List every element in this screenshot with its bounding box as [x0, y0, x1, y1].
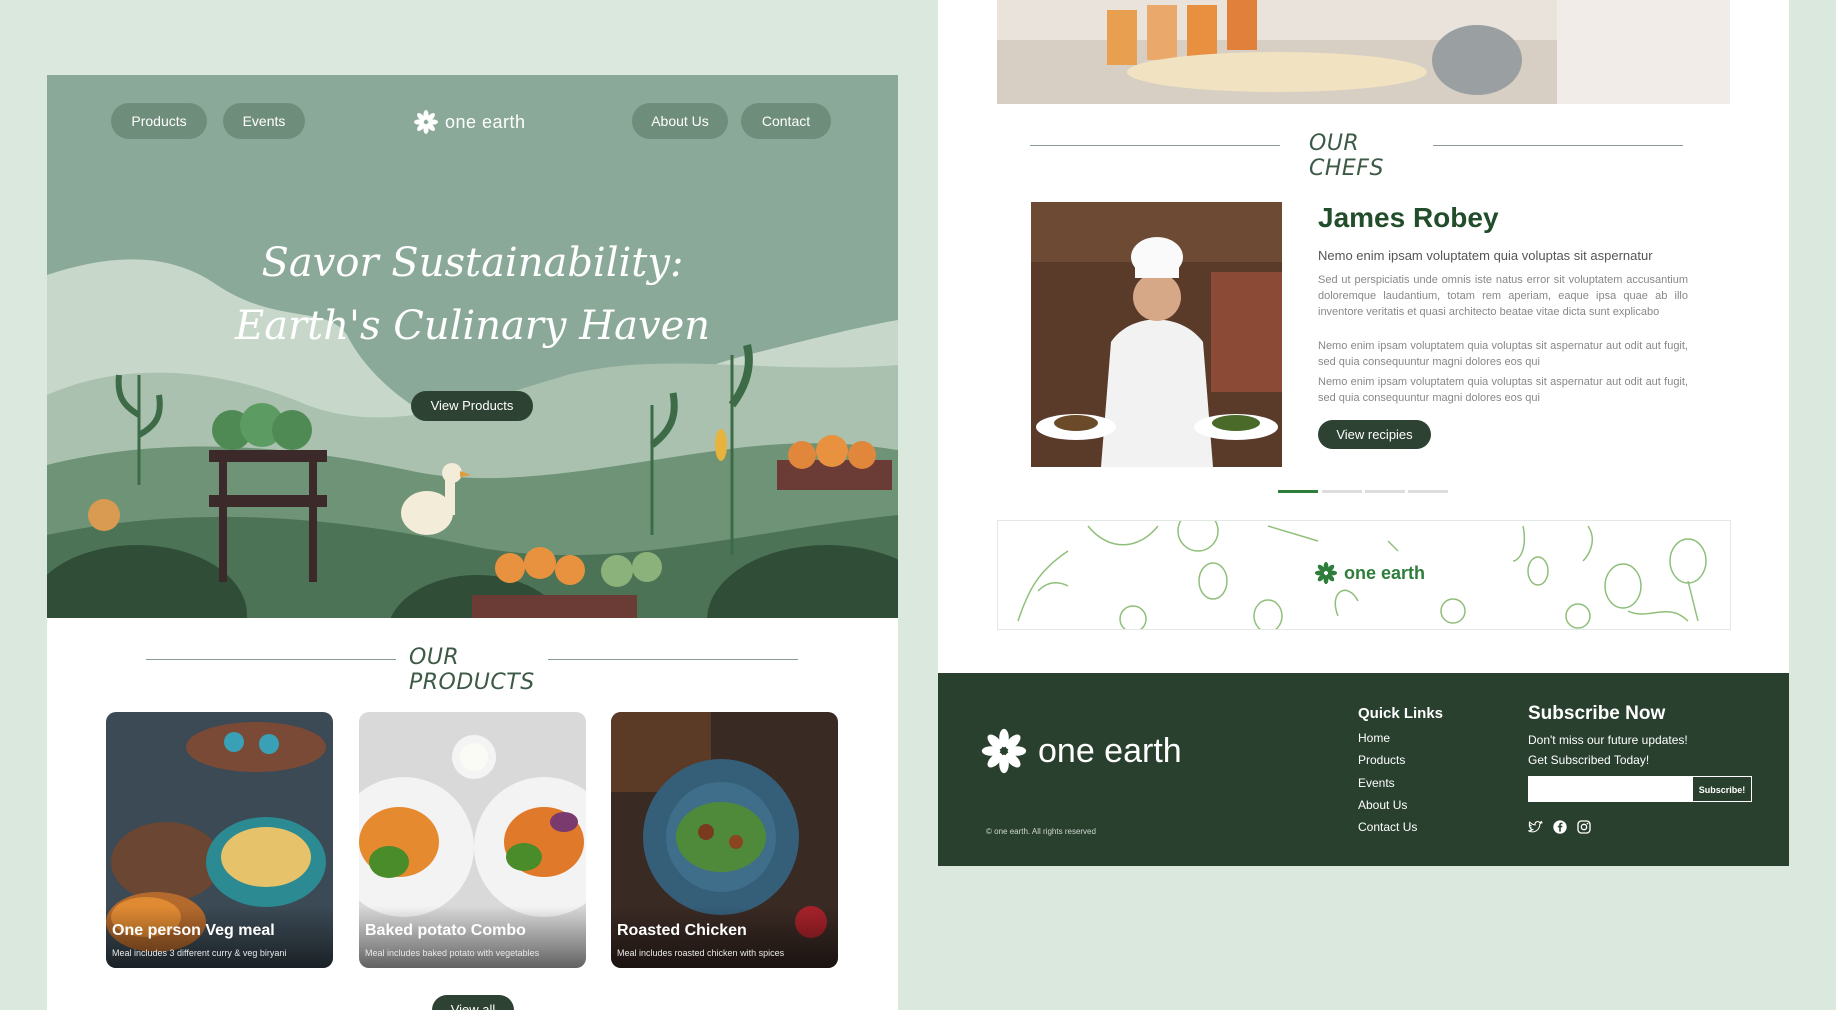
products-heading: OUR PRODUCTS — [409, 645, 535, 695]
slider-dot-1[interactable] — [1278, 490, 1318, 493]
chef-bio-paragraph-3: Nemo enim ipsam voluptatem quia voluptas… — [1318, 376, 1688, 404]
view-all-button[interactable]: View all — [432, 995, 514, 1010]
chefs-heading: OUR CHEFS — [1309, 131, 1384, 181]
view-recipes-button[interactable]: View recipies — [1318, 420, 1431, 449]
divider-left — [146, 659, 396, 660]
view-products-button[interactable]: View Products — [411, 391, 533, 421]
footer-link-home[interactable]: Home — [1358, 731, 1390, 745]
divider-left — [1030, 145, 1280, 146]
facebook-icon[interactable] — [1552, 819, 1568, 835]
subscribe-form: Subscribe! — [1528, 776, 1752, 802]
card-subtitle: Meal includes baked potato with vegetabl… — [365, 948, 540, 958]
brand-logo[interactable]: one earth — [413, 105, 526, 139]
nav-contact-button[interactable]: Contact — [741, 103, 831, 139]
subscribe-title: Subscribe Now — [1528, 703, 1666, 724]
chef-subtitle: Nemo enim ipsam voluptatem quia voluptas… — [1318, 248, 1653, 263]
hero-title-line1: Savor Sustainability: — [261, 240, 684, 286]
instagram-icon[interactable] — [1576, 819, 1592, 835]
chef-bio-paragraph-2: Nemo enim ipsam voluptatem quia voluptas… — [1318, 340, 1688, 368]
card-title: One person Veg meal — [112, 922, 275, 939]
divider-right — [548, 659, 798, 660]
copyright-text: © one earth. All rights reserved — [986, 827, 1096, 836]
slider-dot-2[interactable] — [1322, 490, 1362, 493]
footer-brand-name: one earth — [1038, 731, 1182, 770]
quick-links-title: Quick Links — [1358, 705, 1444, 722]
slider-dot-3[interactable] — [1365, 490, 1405, 493]
landing-page-right: OUR CHEFS James Robey Nemo enim ipsam vo… — [938, 0, 1789, 866]
kitchen-banner-image — [997, 0, 1730, 104]
nav-products-button[interactable]: Products — [111, 103, 207, 139]
footer-link-contact[interactable]: Contact Us — [1358, 820, 1417, 834]
flower-logo-icon — [981, 728, 1027, 774]
flower-logo-icon — [1314, 561, 1338, 585]
site-footer: one earth © one earth. All rights reserv… — [938, 673, 1789, 866]
chef-photo — [1031, 202, 1282, 467]
divider-right — [1433, 145, 1683, 146]
card-subtitle: Meal includes roasted chicken with spice… — [617, 948, 785, 958]
chef-bio-paragraph-1: Sed ut perspiciatis unde omnis iste natu… — [1318, 274, 1688, 318]
slider-dot-4[interactable] — [1408, 490, 1448, 493]
footer-logo[interactable]: one earth — [980, 727, 1182, 775]
product-card-roasted-chicken[interactable]: Roasted Chicken Meal includes roasted ch… — [611, 712, 838, 968]
nav-events-button[interactable]: Events — [223, 103, 305, 139]
subscribe-line-2: Get Subscribed Today! — [1528, 753, 1650, 767]
product-card-baked-potato[interactable]: Baked potato Combo Meal includes baked p… — [359, 712, 586, 968]
product-card-veg-meal[interactable]: One person Veg meal Meal includes 3 diff… — [106, 712, 333, 968]
landing-page-left: Products Events one earth About Us Conta… — [47, 75, 898, 1010]
card-title: Roasted Chicken — [617, 922, 747, 939]
subscribe-line-1: Don't miss our future updates! — [1528, 733, 1688, 747]
email-input[interactable] — [1528, 776, 1692, 802]
hero-title-line2: Earth's Culinary Haven — [235, 303, 710, 349]
twitter-icon[interactable] — [1527, 819, 1543, 835]
subscribe-button[interactable]: Subscribe! — [1692, 776, 1752, 802]
footer-link-about[interactable]: About Us — [1358, 798, 1407, 812]
card-subtitle: Meal includes 3 different curry & veg bi… — [112, 948, 287, 958]
footer-link-products[interactable]: Products — [1358, 753, 1405, 767]
flower-logo-icon — [414, 110, 438, 134]
brand-name: one earth — [445, 111, 526, 132]
footer-link-events[interactable]: Events — [1358, 776, 1395, 790]
nav-about-button[interactable]: About Us — [632, 103, 728, 139]
brand-banner: one earth — [997, 520, 1731, 630]
card-title: Baked potato Combo — [365, 922, 526, 939]
hero-section: Products Events one earth About Us Conta… — [47, 75, 898, 618]
banner-logo[interactable]: one earth — [1314, 561, 1425, 585]
chefs-section: OUR CHEFS James Robey Nemo enim ipsam vo… — [938, 0, 1789, 673]
chef-name: James Robey — [1318, 202, 1499, 233]
banner-brand-name: one earth — [1344, 562, 1426, 583]
